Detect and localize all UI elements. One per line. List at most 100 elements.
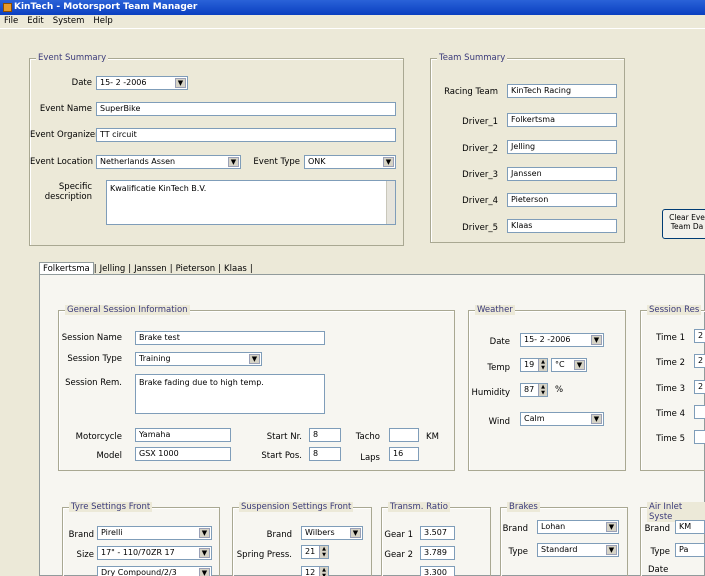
menu-help[interactable]: Help: [89, 15, 117, 26]
driver-5-label: Driver_5: [462, 223, 498, 233]
session-name-field[interactable]: Brake test: [135, 331, 325, 345]
time-4-label: Time 4: [656, 409, 685, 419]
chevron-down-icon[interactable]: ▼: [199, 528, 210, 538]
brakes-type-label: Type: [508, 547, 528, 557]
tyre-compound-select[interactable]: Dry Compound/2/3 ▼: [97, 566, 212, 576]
event-organizer-field[interactable]: TT circuit: [96, 128, 396, 142]
model-label: Model: [96, 451, 122, 461]
clear-event-team-data-button[interactable]: Clear Eve Team Da: [662, 209, 705, 239]
event-location-value: Netherlands Assen: [100, 157, 176, 166]
air-inlet-legend: Air Inlet Syste: [647, 502, 705, 522]
transmission-ratio-legend: Transm. Ratio: [388, 502, 450, 512]
chevron-down-icon[interactable]: ▼: [591, 414, 602, 424]
spin-arrows-icon[interactable]: ▲ ▼: [538, 384, 547, 396]
gear-3-field[interactable]: 3.300: [420, 566, 455, 576]
event-location-select[interactable]: Netherlands Assen ▼: [96, 155, 241, 169]
tacho-field[interactable]: [389, 428, 419, 442]
chevron-down-icon[interactable]: ▼: [350, 528, 361, 538]
menu-edit[interactable]: Edit: [23, 15, 48, 26]
tyre-brand-select[interactable]: Pirelli ▼: [97, 526, 212, 540]
chevron-down-icon[interactable]: ▼: [606, 545, 617, 555]
chevron-down-icon[interactable]: ▼: [249, 354, 260, 364]
laps-field[interactable]: 16: [389, 447, 419, 461]
event-date-picker[interactable]: 15- 2 -2006 ▼: [96, 76, 188, 90]
gear-2-field[interactable]: 3.789: [420, 546, 455, 560]
specific-label-line1: Specific: [58, 182, 92, 192]
event-type-select[interactable]: ONK ▼: [304, 155, 396, 169]
brakes-legend: Brakes: [507, 502, 540, 512]
motorcycle-field[interactable]: Yamaha: [135, 428, 231, 442]
driver-4-label: Driver_4: [462, 196, 498, 206]
start-pos-label: Start Pos.: [261, 451, 302, 461]
suspension-brand-value: Wilbers: [305, 528, 335, 537]
model-field[interactable]: GSX 1000: [135, 447, 231, 461]
event-type-label: Event Type: [253, 157, 300, 167]
window-title: KinTech - Motorsport Team Manager: [14, 2, 198, 12]
start-nr-label: Start Nr.: [266, 432, 302, 442]
menu-file[interactable]: File: [0, 15, 23, 26]
chevron-down-icon[interactable]: ▼: [228, 157, 239, 167]
session-type-select[interactable]: Training ▼: [135, 352, 262, 366]
specific-description-value: Kwalificatie KinTech B.V.: [110, 184, 207, 193]
humidity-label: Humidity: [471, 388, 510, 398]
tyre-size-select[interactable]: 17" - 110/70ZR 17 ▼: [97, 546, 212, 560]
weather-date-picker[interactable]: 15- 2 -2006 ▼: [520, 333, 604, 347]
spin-arrows-icon[interactable]: ▲ ▼: [319, 567, 328, 576]
clear-button-line1: Clear Eve: [669, 213, 705, 222]
time-2-field[interactable]: 2: [694, 354, 705, 368]
driver-3-label: Driver_3: [462, 170, 498, 180]
chevron-down-icon[interactable]: ▼: [591, 335, 602, 345]
tacho-label: Tacho: [355, 432, 380, 442]
suspension-extra-stepper[interactable]: 12 ▲ ▼: [301, 566, 329, 576]
racing-team-label: Racing Team: [444, 87, 498, 97]
temp-unit-select[interactable]: °C ▼: [551, 358, 587, 372]
spring-press-value: 21: [305, 547, 316, 556]
temp-value: 19: [524, 360, 535, 369]
spin-arrows-icon[interactable]: ▲ ▼: [538, 359, 547, 371]
spring-press-stepper[interactable]: 21 ▲ ▼: [301, 545, 329, 559]
event-name-field[interactable]: SuperBike: [96, 102, 396, 116]
weather-legend: Weather: [475, 305, 515, 315]
session-rem-textarea[interactable]: Brake fading due to high temp.: [135, 374, 325, 414]
air-inlet-type-field[interactable]: Pa: [675, 543, 705, 557]
gear-1-field[interactable]: 3.507: [420, 526, 455, 540]
driver-2-field[interactable]: Jelling: [507, 140, 617, 154]
chevron-down-icon[interactable]: ▼: [175, 78, 186, 88]
air-inlet-date-label: Date: [648, 565, 669, 575]
time-3-field[interactable]: 2: [694, 380, 705, 394]
time-5-field[interactable]: [694, 430, 705, 444]
start-nr-field[interactable]: 8: [309, 428, 341, 442]
brakes-type-value: Standard: [541, 545, 578, 554]
driver-4-field[interactable]: Pieterson: [507, 193, 617, 207]
air-inlet-brand-field[interactable]: KM: [675, 520, 705, 534]
chevron-down-icon[interactable]: ▼: [199, 548, 210, 558]
brakes-brand-select[interactable]: Lohan ▼: [537, 520, 619, 534]
chevron-down-icon[interactable]: ▼: [574, 360, 585, 370]
humidity-stepper[interactable]: 87 ▲ ▼: [520, 383, 548, 397]
suspension-brand-label: Brand: [266, 530, 292, 540]
time-1-field[interactable]: 2: [694, 329, 705, 343]
racing-team-field[interactable]: KinTech Racing: [507, 84, 617, 98]
brakes-type-select[interactable]: Standard ▼: [537, 543, 619, 557]
temp-stepper[interactable]: 19 ▲ ▼: [520, 358, 548, 372]
brakes-group: Brakes: [500, 502, 628, 576]
chevron-down-icon[interactable]: ▼: [383, 157, 394, 167]
driver-1-field[interactable]: Folkertsma: [507, 113, 617, 127]
start-pos-field[interactable]: 8: [309, 447, 341, 461]
app-window: KinTech - Motorsport Team Manager File Ed…: [0, 0, 705, 576]
chevron-down-icon[interactable]: ▼: [199, 568, 210, 576]
specific-description-textarea[interactable]: Kwalificatie KinTech B.V.: [106, 180, 396, 225]
driver-5-field[interactable]: Klaas: [507, 219, 617, 233]
tyre-settings-legend: Tyre Settings Front: [69, 502, 153, 512]
menu-system[interactable]: System: [49, 15, 90, 26]
scrollbar[interactable]: [386, 181, 395, 224]
spin-arrows-icon[interactable]: ▲ ▼: [319, 546, 328, 558]
time-4-field[interactable]: [694, 405, 705, 419]
chevron-down-icon[interactable]: ▼: [606, 522, 617, 532]
wind-value: Calm: [524, 414, 545, 423]
suspension-brand-select[interactable]: Wilbers ▼: [301, 526, 363, 540]
temp-unit-value: °C: [555, 360, 565, 369]
driver-3-field[interactable]: Janssen: [507, 167, 617, 181]
km-label: KM: [426, 432, 439, 442]
wind-select[interactable]: Calm ▼: [520, 412, 604, 426]
